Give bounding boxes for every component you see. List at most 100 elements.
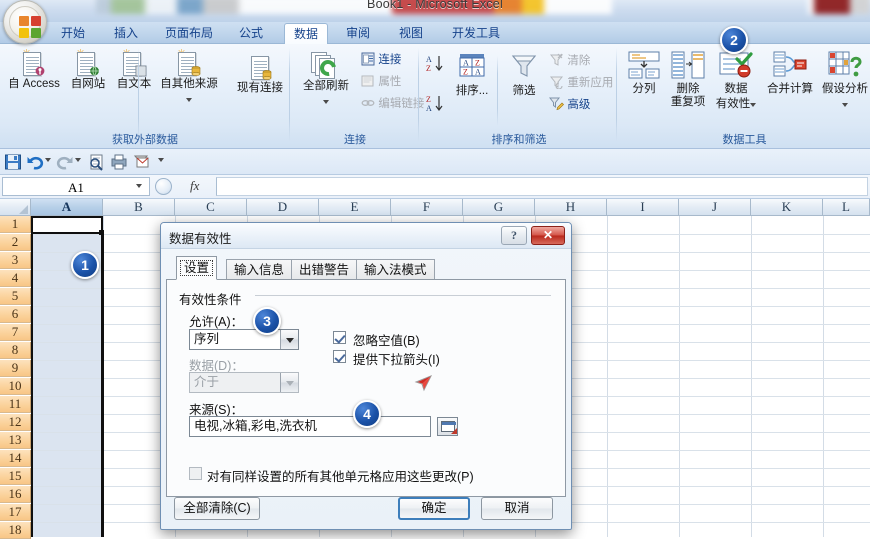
fill-handle[interactable]	[99, 230, 104, 235]
tab-page-layout[interactable]: 页面布局	[156, 23, 222, 44]
tab-review[interactable]: 审阅	[337, 23, 379, 44]
name-box[interactable]: A1	[2, 177, 150, 196]
quick-print-icon[interactable]	[110, 153, 128, 171]
button-what-if-analysis[interactable]: 假设分析	[821, 50, 869, 110]
button-filter[interactable]: 筛选	[505, 52, 543, 98]
refresh-all-caret-icon[interactable]	[323, 99, 329, 104]
button-from-access[interactable]: ✳ 自 Access	[6, 49, 62, 91]
row-header-8[interactable]: 8	[0, 342, 31, 359]
row-header-18[interactable]: 18	[0, 522, 31, 539]
print-preview-icon[interactable]	[88, 153, 106, 171]
row-header-4[interactable]: 4	[0, 270, 31, 287]
source-input[interactable]: 电视,冰箱,彩电,洗衣机	[189, 416, 431, 437]
column-header-D[interactable]: D	[247, 199, 319, 216]
in-cell-dropdown-checkbox[interactable]	[333, 350, 346, 363]
row-header-11[interactable]: 11	[0, 396, 31, 413]
button-existing-connections[interactable]: 现有连接	[232, 54, 288, 95]
column-header-F[interactable]: F	[391, 199, 463, 216]
tab-developer[interactable]: 开发工具	[443, 23, 509, 44]
undo-icon[interactable]	[26, 153, 44, 171]
column-header-C[interactable]: C	[175, 199, 247, 216]
button-from-text[interactable]: ✳ 自文本	[112, 49, 156, 91]
row-header-2[interactable]: 2	[0, 234, 31, 251]
button-sort-dialog[interactable]: A Z Z A 排序...	[450, 52, 494, 98]
redo-icon[interactable]	[56, 153, 74, 171]
from-other-sources-caret-icon[interactable]	[186, 97, 192, 102]
row-header-9[interactable]: 9	[0, 360, 31, 377]
ignore-blank-checkbox[interactable]	[333, 331, 346, 344]
customize-qat-caret-icon[interactable]	[158, 158, 164, 162]
button-connections[interactable]: 连接	[361, 52, 401, 67]
row-header-16[interactable]: 16	[0, 486, 31, 503]
redo-caret-icon[interactable]	[75, 158, 81, 162]
button-edit-links[interactable]: 编辑链接	[361, 96, 424, 111]
validation-criteria-group-label: 有效性条件	[179, 293, 242, 307]
column-header-G[interactable]: G	[463, 199, 535, 216]
tab-formulas[interactable]: 公式	[230, 23, 272, 44]
dialog-tab-error-alert[interactable]: 出错警告	[291, 259, 358, 280]
clear-all-button[interactable]: 全部清除(C)	[174, 497, 260, 520]
column-header-L[interactable]: L	[823, 199, 870, 216]
ok-button[interactable]: 确定	[398, 497, 470, 520]
row-header-7[interactable]: 7	[0, 324, 31, 341]
what-if-analysis-caret-icon[interactable]	[842, 102, 848, 107]
button-refresh-all[interactable]: 全部刷新	[295, 52, 357, 107]
allow-combobox-caret-icon[interactable]	[280, 330, 298, 349]
tab-view[interactable]: 视图	[390, 23, 432, 44]
button-from-other-sources[interactable]: ✳ 自其他来源	[158, 49, 220, 105]
data-combobox[interactable]: 介于	[189, 372, 299, 393]
button-text-to-columns[interactable]: 分列	[624, 50, 664, 96]
tab-home[interactable]: 开始	[52, 23, 94, 44]
button-remove-duplicates[interactable]: 删除 重复项	[666, 50, 710, 108]
row-header-6[interactable]: 6	[0, 306, 31, 323]
column-header-A[interactable]: A	[31, 199, 103, 216]
column-header-H[interactable]: H	[535, 199, 607, 216]
tab-insert[interactable]: 插入	[105, 23, 147, 44]
collapse-range-picker-icon[interactable]	[437, 417, 458, 436]
insert-function-ball-icon[interactable]	[155, 178, 172, 195]
row-header-13[interactable]: 13	[0, 432, 31, 449]
button-clear-filter[interactable]: 清除	[549, 52, 590, 68]
data-combobox-caret-icon[interactable]	[280, 373, 298, 392]
row-header-10[interactable]: 10	[0, 378, 31, 395]
button-consolidate[interactable]: 合并计算	[761, 50, 819, 96]
save-icon[interactable]	[4, 153, 22, 171]
dialog-tab-ime-mode[interactable]: 输入法模式	[356, 259, 435, 280]
row-header-17[interactable]: 17	[0, 504, 31, 521]
column-header-J[interactable]: J	[679, 199, 751, 216]
dialog-help-button[interactable]: ?	[501, 226, 527, 245]
dialog-close-button[interactable]: ✕	[531, 226, 565, 245]
button-sort-descending[interactable]: Z A	[425, 94, 445, 117]
column-header-I[interactable]: I	[607, 199, 679, 216]
column-header-K[interactable]: K	[751, 199, 823, 216]
column-header-B[interactable]: B	[103, 199, 175, 216]
allow-combobox[interactable]: 序列	[189, 329, 299, 350]
formula-input[interactable]	[216, 177, 868, 196]
cancel-button[interactable]: 取消	[481, 497, 553, 520]
active-cell-A1[interactable]	[31, 216, 103, 234]
office-button[interactable]	[3, 0, 47, 44]
row-header-3[interactable]: 3	[0, 252, 31, 269]
undo-caret-icon[interactable]	[45, 158, 51, 162]
column-header-E[interactable]: E	[319, 199, 391, 216]
button-sort-ascending[interactable]: A Z	[425, 54, 445, 77]
divider	[138, 48, 139, 142]
row-header-14[interactable]: 14	[0, 450, 31, 467]
button-reapply[interactable]: 重新应用	[549, 74, 613, 90]
button-data-validation[interactable]: 数据 有效性	[713, 50, 759, 110]
name-box-caret-icon[interactable]	[136, 184, 142, 188]
row-header-15[interactable]: 15	[0, 468, 31, 485]
row-header-5[interactable]: 5	[0, 288, 31, 305]
insert-function-icon[interactable]: fx	[190, 178, 199, 194]
dialog-tab-input-message[interactable]: 输入信息	[226, 259, 293, 280]
row-header-1[interactable]: 1	[0, 216, 31, 233]
button-advanced-filter[interactable]: 高级	[548, 96, 590, 112]
button-from-web[interactable]: ✳ 自网站	[66, 49, 110, 91]
tab-data[interactable]: 数据	[284, 23, 329, 45]
data-validation-caret-icon[interactable]	[750, 102, 757, 107]
apply-to-all-checkbox[interactable]	[189, 467, 202, 480]
email-icon[interactable]	[132, 153, 150, 171]
row-header-12[interactable]: 12	[0, 414, 31, 431]
dialog-tab-settings[interactable]: 设置	[176, 256, 218, 280]
button-properties[interactable]: 属性	[361, 74, 401, 89]
